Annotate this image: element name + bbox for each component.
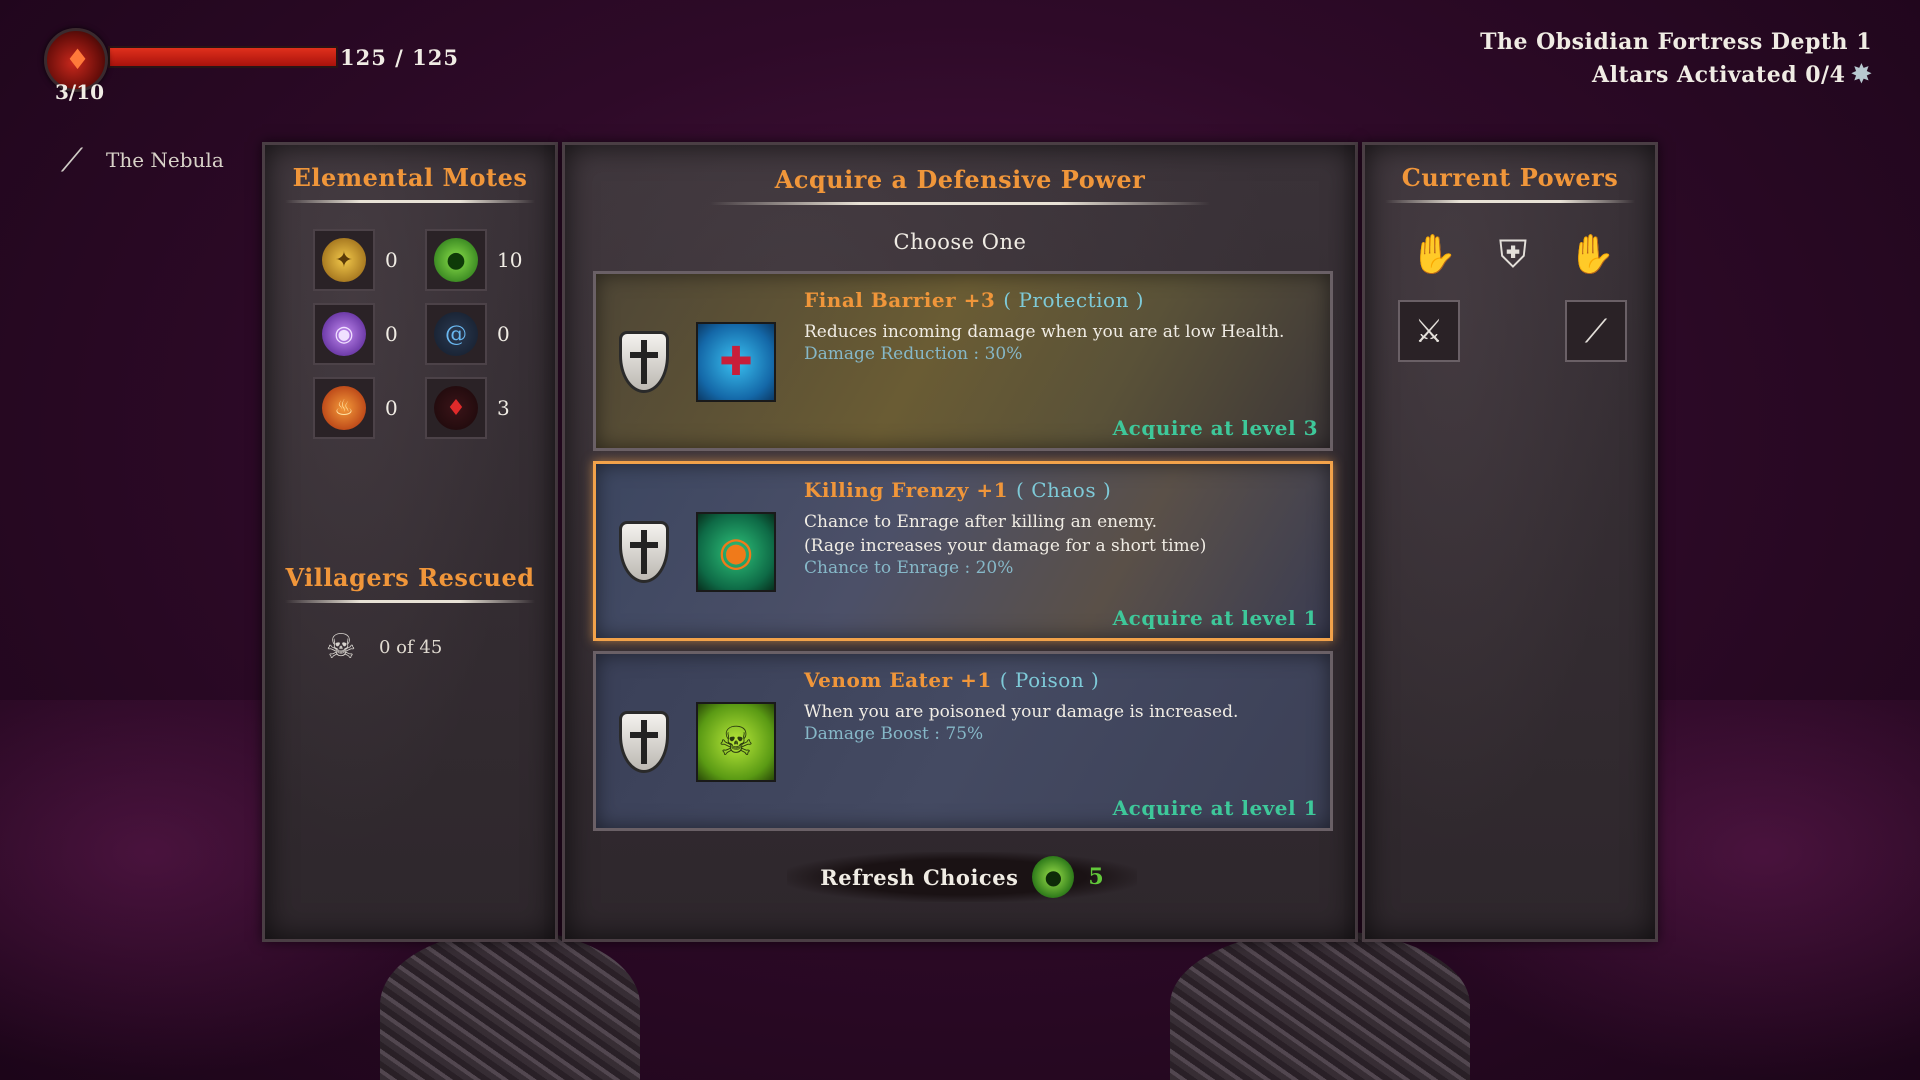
- altar-crystal-icon: ✸: [1851, 59, 1872, 88]
- villagers-header: Villagers Rescued: [265, 563, 555, 603]
- green-skull-icon: ☠: [696, 702, 776, 782]
- card-stat: Damage Boost : 75%: [804, 724, 984, 744]
- mote-purple[interactable]: ◉ 0: [313, 303, 425, 365]
- motes-header: Elemental Motes: [265, 163, 555, 203]
- villagers-row: ☠ 0 of 45: [315, 623, 443, 671]
- motes-title-underline: [285, 200, 535, 203]
- card-acquire-level: Acquire at level 3: [1112, 416, 1318, 440]
- mote-value: 10: [497, 248, 523, 272]
- card-title: Final Barrier +3 ( Protection ): [804, 288, 1144, 312]
- equipped-weapon: ⟋ The Nebula: [50, 138, 224, 182]
- villagers-title: Villagers Rescued: [285, 563, 535, 592]
- mote-value: 0: [385, 396, 398, 420]
- flask-count: 3/10: [55, 80, 105, 104]
- mote-fire[interactable]: ♨ 0: [313, 377, 425, 439]
- defense-shield-icon: [614, 326, 674, 398]
- choice-title: Acquire a Defensive Power: [774, 165, 1146, 194]
- card-acquire-level: Acquire at level 1: [1112, 606, 1318, 630]
- card-description: Chance to Enrage after killing an enemy.…: [804, 510, 1206, 558]
- health-text: 125 / 125: [340, 45, 459, 70]
- location-name: The Obsidian Fortress Depth 1: [1480, 29, 1872, 55]
- location-hud: The Obsidian Fortress Depth 1 Altars Act…: [1480, 26, 1872, 91]
- claw-hand-icon[interactable]: ✋: [1403, 223, 1465, 285]
- mote-value: 0: [497, 322, 510, 346]
- mote-blue[interactable]: @ 0: [425, 303, 537, 365]
- altars-line: Altars Activated 0/4 ✸: [1480, 58, 1872, 91]
- health-hud: ♦ 125 / 125 3/10: [40, 26, 460, 106]
- defense-shield-icon: [614, 706, 674, 778]
- powers-title: Current Powers: [1401, 163, 1619, 192]
- mote-value: 3: [497, 396, 510, 420]
- card-desc-line: Reduces incoming damage when you are at …: [804, 322, 1285, 342]
- card-desc-line: Chance to Enrage after killing an enemy.: [804, 512, 1158, 532]
- claw-hand-icon[interactable]: ✋: [1561, 223, 1623, 285]
- health-bar-fill: [110, 48, 336, 66]
- refresh-cost: 5: [1088, 864, 1104, 890]
- power-choice-panel: Acquire a Defensive Power Choose One ✚ F…: [562, 142, 1358, 942]
- mote-value: 0: [385, 322, 398, 346]
- card-stat: Chance to Enrage : 20%: [804, 558, 1014, 578]
- choice-title-underline: [710, 202, 1210, 205]
- mote-gold[interactable]: ✦ 0: [313, 229, 425, 291]
- blood-mote-icon: ♦: [434, 386, 478, 430]
- defense-shield-icon: [614, 516, 674, 588]
- card-description: Reduces incoming damage when you are at …: [804, 320, 1284, 344]
- villager-skull-icon: ☠: [325, 627, 357, 667]
- rock-right: [1170, 930, 1470, 1080]
- card-title: Venom Eater +1 ( Poison ): [804, 668, 1099, 692]
- card-stat: Damage Reduction : 30%: [804, 344, 1023, 364]
- card-acquire-level: Acquire at level 1: [1112, 796, 1318, 820]
- fire-mote-icon: ♨: [322, 386, 366, 430]
- motes-panel: Elemental Motes ✦ 0 ● 10 ◉ 0 @ 0 ♨ 0 ♦ 3…: [262, 142, 558, 942]
- refresh-choices-button[interactable]: Refresh Choices ● 5: [787, 852, 1137, 902]
- choose-one-label: Choose One: [893, 230, 1027, 254]
- mote-value: 0: [385, 248, 398, 272]
- card-title: Killing Frenzy +1 ( Chaos ): [804, 478, 1111, 502]
- card-tag: ( Poison ): [999, 668, 1100, 692]
- mote-blood[interactable]: ♦ 3: [425, 377, 537, 439]
- card-tag: ( Protection ): [1003, 288, 1145, 312]
- powers-title-underline: [1385, 200, 1635, 203]
- blue-spiral-mote-icon: @: [434, 312, 478, 356]
- rock-left: [380, 930, 640, 1080]
- blue-shield-cross-icon: ✚: [696, 322, 776, 402]
- choice-header: Acquire a Defensive Power: [565, 165, 1355, 205]
- villagers-title-underline: [285, 600, 535, 603]
- villagers-count: 0 of 45: [379, 636, 443, 658]
- health-bar: [108, 46, 338, 68]
- card-name: Venom Eater +1: [804, 668, 992, 692]
- flame-icon: ♦: [65, 43, 91, 76]
- purple-mote-icon: ◉: [322, 312, 366, 356]
- motes-grid: ✦ 0 ● 10 ◉ 0 @ 0 ♨ 0 ♦ 3: [313, 229, 537, 439]
- power-card-final-barrier[interactable]: ✚ Final Barrier +3 ( Protection ) Reduces…: [593, 271, 1333, 451]
- card-name: Killing Frenzy +1: [804, 478, 1009, 502]
- card-desc-line: When you are poisoned your damage is inc…: [804, 702, 1239, 722]
- slash-power-icon[interactable]: ⚔: [1398, 300, 1460, 362]
- card-description: When you are poisoned your damage is inc…: [804, 700, 1238, 724]
- weapon-name: The Nebula: [106, 148, 224, 172]
- powers-header: Current Powers: [1365, 163, 1655, 203]
- gold-mote-icon: ✦: [322, 238, 366, 282]
- green-eye-icon: ◉: [696, 512, 776, 592]
- power-card-killing-frenzy[interactable]: ◉ Killing Frenzy +1 ( Chaos ) Chance to E…: [593, 461, 1333, 641]
- motes-title: Elemental Motes: [292, 163, 528, 192]
- refresh-label: Refresh Choices: [820, 864, 1019, 890]
- mote-green[interactable]: ● 10: [425, 229, 537, 291]
- twin-spears-icon: ⟋: [60, 141, 84, 179]
- card-desc-line: (Rage increases your damage for a short …: [804, 536, 1207, 556]
- green-mote-icon: ●: [434, 238, 478, 282]
- twin-spears-icon[interactable]: ⟋: [1565, 300, 1627, 362]
- defense-shield-icon[interactable]: ⛨: [1482, 223, 1544, 285]
- card-tag: ( Chaos ): [1016, 478, 1112, 502]
- power-card-venom-eater[interactable]: ☠ Venom Eater +1 ( Poison ) When you are …: [593, 651, 1333, 831]
- green-mote-icon: ●: [1032, 856, 1075, 898]
- card-name: Final Barrier +3: [804, 288, 996, 312]
- altars-text: Altars Activated 0/4: [1592, 62, 1846, 88]
- current-powers-panel: Current Powers ✋ ⛨ ✋ ⚔ ⟋: [1362, 142, 1658, 942]
